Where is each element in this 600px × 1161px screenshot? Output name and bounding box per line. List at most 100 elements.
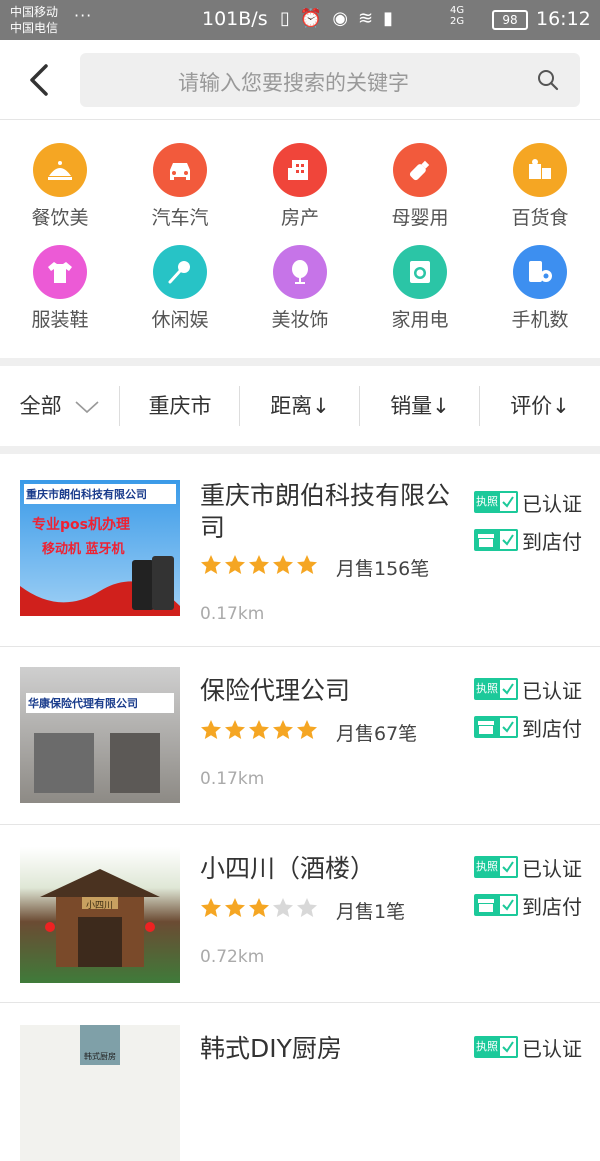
star-filled-icon <box>201 898 221 917</box>
filter-sales[interactable]: 销量↓ <box>360 366 480 446</box>
filter-city[interactable]: 重庆市 <box>120 366 240 446</box>
category-label: 服装鞋 <box>31 309 89 331</box>
star-filled-icon <box>225 720 245 739</box>
shirt-icon <box>33 245 87 299</box>
filter-distance[interactable]: 距离↓ <box>240 366 360 446</box>
more-dots-icon: ··· <box>74 6 93 25</box>
bottle-icon <box>393 143 447 197</box>
list-item[interactable]: 重庆市朗伯科技有限公司 专业pos机办理 移动机 蓝牙机 重庆市朗伯科技有限公司… <box>0 454 600 647</box>
store-thumbnail: 小四川 <box>20 847 180 983</box>
category-car[interactable]: 汽车汽 <box>120 123 240 229</box>
back-arrow-icon <box>30 64 48 96</box>
store-pay-badge: 到店付 <box>474 893 582 919</box>
store-icon <box>474 716 518 738</box>
license-icon: 执照 <box>474 491 518 513</box>
header: 请输入您要搜索的关键字 <box>0 40 600 120</box>
monthly-sales: 月售67笔 <box>336 723 418 745</box>
ribbon-graphic <box>20 556 180 616</box>
category-leisure[interactable]: 休闲娱 <box>120 225 240 331</box>
category-digital[interactable]: 手机数 <box>480 225 600 331</box>
list-item[interactable]: 韩式厨房 韩式DIY厨房 执照 已认证 <box>0 1003 600 1161</box>
star-filled-icon <box>297 555 317 574</box>
filter-bar: 全部 重庆市 距离↓ 销量↓ 评价↓ <box>0 366 600 446</box>
star-filled-icon <box>273 720 293 739</box>
store-name[interactable]: 小四川（酒楼） <box>200 853 460 885</box>
category-baby[interactable]: 母婴用 <box>360 123 480 229</box>
category-label: 休闲娱 <box>151 309 209 331</box>
store-pay-badge: 到店付 <box>474 528 582 554</box>
washer-icon <box>393 245 447 299</box>
check-icon <box>498 491 518 513</box>
store-icon <box>474 894 518 916</box>
search-placeholder: 请输入您要搜索的关键字 <box>178 71 409 95</box>
search-icon[interactable] <box>536 68 560 92</box>
battery-icon: 98 <box>492 10 528 30</box>
cloche-icon <box>33 143 87 197</box>
clock: 16:12 <box>536 8 591 30</box>
store-name[interactable]: 韩式DIY厨房 <box>200 1033 460 1065</box>
store-thumbnail: 韩式厨房 <box>20 1025 180 1161</box>
status-bar: 中国移动 中国电信 ··· 101B/s ▯ ⏰ ◉ ≋ ▮ 4G 2G 98 … <box>0 0 600 40</box>
distance: 0.17km <box>200 604 265 624</box>
license-icon: 执照 <box>474 1036 518 1058</box>
category-goods[interactable]: 百货食 <box>480 123 600 229</box>
star-filled-icon <box>225 898 245 917</box>
car-icon <box>153 143 207 197</box>
section-divider <box>0 358 600 366</box>
storefront-graphic <box>110 733 160 793</box>
carrier-names: 中国移动 中国电信 <box>10 4 58 36</box>
star-filled-icon <box>297 720 317 739</box>
certified-badge: 执照 已认证 <box>474 678 582 703</box>
category-realestate[interactable]: 房产 <box>240 123 360 229</box>
list-item[interactable]: 小四川 小四川（酒楼） 月售1笔 0.72km 执照 已认证 到店付 <box>0 825 600 1003</box>
filter-rating[interactable]: 评价↓ <box>480 366 600 446</box>
category-food[interactable]: 餐饮美 <box>0 123 120 229</box>
wifi-icon: ≋ <box>358 8 374 29</box>
category-label: 美妆饰 <box>271 309 329 331</box>
category-clothing[interactable]: 服装鞋 <box>0 225 120 331</box>
monthly-sales: 月售156笔 <box>336 558 430 580</box>
storefront-graphic <box>34 733 94 793</box>
rating-stars <box>200 719 318 741</box>
store-name[interactable]: 重庆市朗伯科技有限公司 <box>200 480 460 544</box>
check-icon <box>498 716 518 738</box>
store-name[interactable]: 保险代理公司 <box>200 675 460 707</box>
star-filled-icon <box>273 555 293 574</box>
category-label: 手机数 <box>511 309 569 331</box>
filter-all[interactable]: 全部 <box>0 366 120 446</box>
search-input[interactable]: 请输入您要搜索的关键字 <box>80 53 580 107</box>
alarm-icon: ⏰ <box>299 8 323 29</box>
section-divider <box>0 446 600 454</box>
microphone-icon <box>153 245 207 299</box>
status-icons: ▯ ⏰ ◉ ≋ ▮ <box>280 8 393 29</box>
license-icon: 执照 <box>474 678 518 700</box>
distance: 0.17km <box>200 769 265 789</box>
star-filled-icon <box>201 720 221 739</box>
eye-icon: ◉ <box>332 8 349 29</box>
distance: 0.72km <box>200 947 265 967</box>
star-empty-icon <box>297 898 317 917</box>
category-beauty[interactable]: 美妆饰 <box>240 225 360 331</box>
restaurant-graphic <box>40 869 160 967</box>
star-filled-icon <box>249 555 269 574</box>
list-item[interactable]: 华康保险代理有限公司 保险代理公司 月售67笔 0.17km 执照 已认证 到店… <box>0 647 600 825</box>
star-filled-icon <box>249 898 269 917</box>
star-filled-icon <box>225 555 245 574</box>
check-icon <box>498 1036 518 1058</box>
certified-badge: 执照 已认证 <box>474 856 582 881</box>
back-button[interactable] <box>20 58 60 102</box>
store-thumbnail: 华康保险代理有限公司 <box>20 667 180 803</box>
star-filled-icon <box>249 720 269 739</box>
category-appliance[interactable]: 家用电 <box>360 225 480 331</box>
store-icon <box>474 529 518 551</box>
star-filled-icon <box>201 555 221 574</box>
network-speed: 101B/s <box>202 8 268 30</box>
phone-gear-icon <box>513 245 567 299</box>
mirror-icon <box>273 245 327 299</box>
check-icon <box>498 894 518 916</box>
certified-badge: 执照 已认证 <box>474 1036 582 1061</box>
license-icon: 执照 <box>474 856 518 878</box>
signal-icon: ▮ <box>383 8 394 29</box>
monthly-sales: 月售1笔 <box>336 901 406 923</box>
star-empty-icon <box>273 898 293 917</box>
